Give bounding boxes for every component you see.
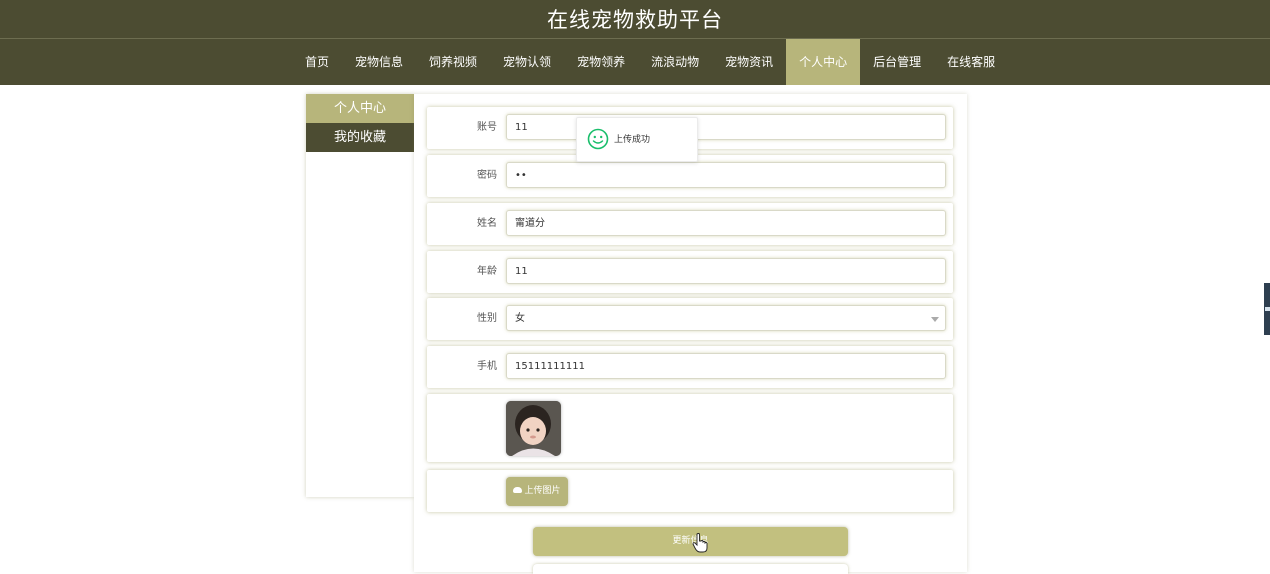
gender-label: 性别 [477,313,497,324]
main-nav: 首页 宠物信息 饲养视频 宠物认领 宠物领养 流浪动物 宠物资讯 个人中心 后台… [0,39,1270,85]
form-row-gender: 性别 女 [427,298,953,340]
chevron-down-icon [931,317,939,322]
sidebar: 个人中心 我的收藏 [306,94,414,497]
toast-notification: 上传成功 [576,117,698,162]
form-row-name: 姓名 甯道分 [427,203,953,245]
nav-item-online-service[interactable]: 在线客服 [934,39,1008,85]
profile-form: 账号 11 密码 •• 姓名 甯道分 年龄 11 性别 女 手机 1511111… [414,94,967,574]
account-input[interactable]: 11 [506,114,946,140]
age-label: 年龄 [477,266,497,277]
site-title: 在线宠物救助平台 [547,8,723,32]
password-label: 密码 [477,170,497,181]
side-float-tab[interactable] [1264,283,1270,335]
upload-image-button[interactable]: 上传图片 [506,477,568,506]
nav-item-feeding-videos[interactable]: 饲养视频 [416,39,490,85]
form-row-avatar [427,394,953,462]
header-bar: 在线宠物救助平台 [0,0,1270,39]
nav-item-pet-adoption[interactable]: 宠物领养 [564,39,638,85]
phone-label: 手机 [477,361,497,372]
nav-item-pet-claim[interactable]: 宠物认领 [490,39,564,85]
password-input[interactable]: •• [506,162,946,188]
nav-item-stray-animals[interactable]: 流浪动物 [638,39,712,85]
nav-item-home[interactable]: 首页 [292,39,342,85]
name-input[interactable]: 甯道分 [506,210,946,236]
gender-select-value: 女 [515,313,525,324]
gender-select[interactable]: 女 [506,305,946,331]
phone-input[interactable]: 15111111111 [506,353,946,379]
cloud-upload-icon [513,486,523,493]
age-input[interactable]: 11 [506,258,946,284]
form-row-age: 年龄 11 [427,251,953,293]
avatar [506,401,561,456]
upload-image-label: 上传图片 [524,486,561,496]
nav-item-pet-news[interactable]: 宠物资讯 [712,39,786,85]
sidebar-item-favorites[interactable]: 我的收藏 [306,123,414,152]
form-row-phone: 手机 15111111111 [427,346,953,388]
smile-icon [587,128,609,150]
sidebar-item-personal-center[interactable]: 个人中心 [306,94,414,123]
toast-message: 上传成功 [614,135,651,145]
hand-pointer-icon [692,533,708,553]
secondary-button[interactable] [533,564,848,574]
nav-item-admin[interactable]: 后台管理 [860,39,934,85]
account-label: 账号 [477,122,497,133]
nav-item-pet-info[interactable]: 宠物信息 [342,39,416,85]
form-row-upload: 上传图片 [427,470,953,512]
update-info-button[interactable]: 更新信息 [533,527,848,556]
name-label: 姓名 [477,218,497,229]
nav-item-personal-center[interactable]: 个人中心 [786,39,861,85]
